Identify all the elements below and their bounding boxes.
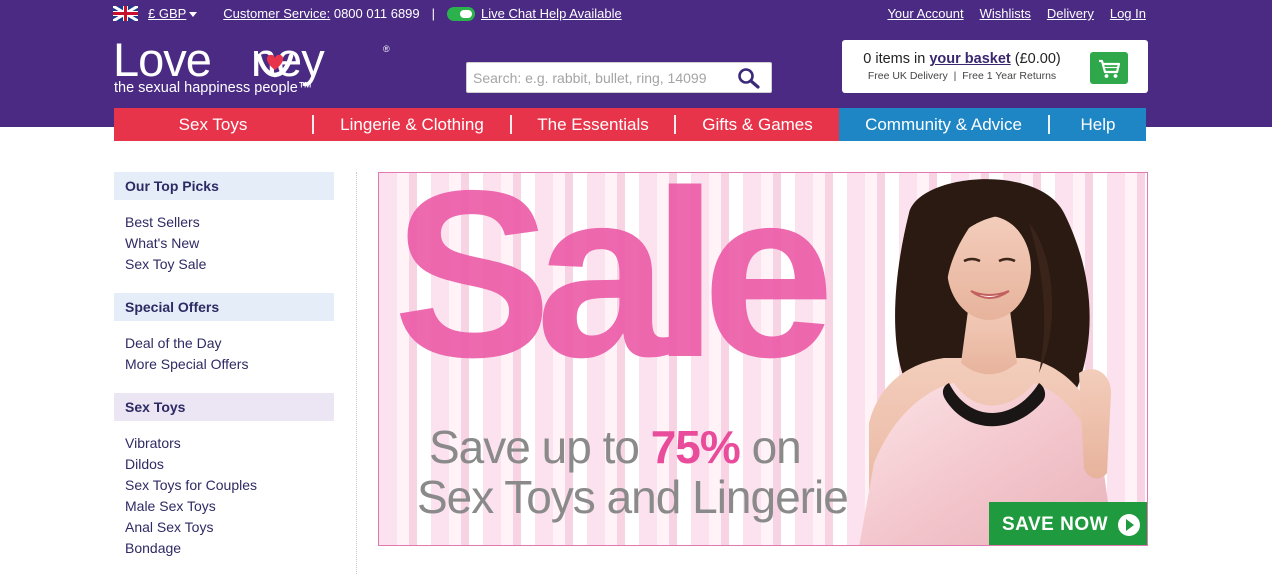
registered-mark: ® [383, 44, 390, 54]
basket-button[interactable] [1090, 52, 1128, 84]
basket-link[interactable]: your basket [929, 51, 1010, 67]
customer-service-link[interactable]: Customer Service: 0800 011 6899 [223, 6, 419, 21]
offer-text: Save up to [429, 421, 651, 473]
list-item: More Special Offers [125, 354, 334, 375]
banner-headline: Sale [393, 172, 835, 407]
logo-tagline: the sexual happiness people™ [114, 80, 313, 96]
sidebar-link-anal-sex-toys[interactable]: Anal Sex Toys [125, 519, 213, 535]
sidebar-heading: Our Top Picks [114, 172, 334, 200]
offer-text: on [739, 421, 802, 473]
list-item: Anal Sex Toys [125, 517, 334, 538]
sidebar-link-more-special-offers[interactable]: More Special Offers [125, 356, 248, 372]
divider: | [431, 6, 436, 21]
lovehoney-logo[interactable]: Love ney ® the sexual happiness people™ [113, 34, 403, 100]
basket-items-text: 0 items in [863, 51, 926, 67]
customer-service-phone: 0800 011 6899 [333, 6, 420, 21]
list-item: Sex Toy Sale [125, 254, 334, 275]
column-divider [356, 172, 357, 574]
banner-offer-subline: Sex Toys and Lingerie [417, 471, 849, 523]
sidebar-heading: Special Offers [114, 293, 334, 321]
search-input[interactable] [473, 67, 731, 89]
sidebar-group-sex-toys: Sex Toys Vibrators Dildos Sex Toys for C… [114, 393, 334, 559]
nav-item-the-essentials[interactable]: The Essentials [512, 115, 674, 135]
chevron-down-icon [189, 12, 198, 18]
free-returns-text: Free 1 Year Returns [962, 70, 1057, 82]
sidebar-link-vibrators[interactable]: Vibrators [125, 435, 181, 451]
shopping-cart-icon [1099, 59, 1121, 78]
sidebar-link-whats-new[interactable]: What's New [125, 235, 199, 251]
sidebar-link-male-sex-toys[interactable]: Male Sex Toys [125, 498, 216, 514]
search-box [466, 62, 772, 93]
sidebar-link-sex-toys-for-couples[interactable]: Sex Toys for Couples [125, 477, 257, 493]
sidebar-link-dildos[interactable]: Dildos [125, 456, 164, 472]
search-icon[interactable] [737, 67, 761, 89]
sidebar-heading: Sex Toys [114, 393, 334, 421]
list-item: Sex Toys for Couples [125, 475, 334, 496]
list-item: Vibrators [125, 433, 334, 454]
nav-divider [674, 115, 676, 134]
nav-item-community-advice[interactable]: Community & Advice [839, 115, 1048, 135]
divider: | [953, 70, 957, 82]
sidebar-link-sex-toy-sale[interactable]: Sex Toy Sale [125, 256, 206, 272]
sidebar-link-best-sellers[interactable]: Best Sellers [125, 214, 200, 230]
nav-divider [312, 115, 314, 134]
currency-label: £ GBP [148, 6, 187, 21]
wishlists-link[interactable]: Wishlists [980, 6, 1031, 21]
sidebar: Our Top Picks Best Sellers What's New Se… [114, 172, 334, 577]
list-item: Best Sellers [125, 212, 334, 233]
basket-perks: Free UK Delivery | Free 1 Year Returns [842, 70, 1082, 82]
live-chat-link[interactable]: Live Chat Help Available [481, 6, 622, 21]
list-item: Deal of the Day [125, 333, 334, 354]
live-chat-icon [447, 6, 476, 21]
offer-percent: 75% [650, 421, 741, 473]
sale-banner[interactable]: Sale Save up to 75% on Sex Toys and Ling… [378, 172, 1148, 546]
top-bar: £ GBP Customer Service: 0800 011 6899 | … [113, 6, 1146, 24]
currency-selector[interactable]: £ GBP [148, 6, 198, 21]
customer-service-label: Customer Service: [223, 6, 331, 21]
nav-divider [1048, 115, 1050, 134]
free-delivery-text: Free UK Delivery [867, 70, 948, 82]
nav-item-gifts-games[interactable]: Gifts & Games [676, 115, 839, 135]
main-nav: Sex Toys Lingerie & Clothing The Essenti… [114, 108, 1146, 141]
basket-status: 0 items in your basket (£0.00) [842, 51, 1082, 67]
list-item: Male Sex Toys [125, 496, 334, 517]
banner-offer-line: Save up to 75% on [429, 421, 802, 473]
sidebar-group-top-picks: Our Top Picks Best Sellers What's New Se… [114, 172, 334, 275]
nav-shop-section: Sex Toys Lingerie & Clothing The Essenti… [114, 108, 839, 141]
heart-icon [256, 53, 294, 78]
nav-divider [510, 115, 512, 134]
your-account-link[interactable]: Your Account [887, 6, 963, 21]
arrow-right-circle-icon [1118, 513, 1141, 536]
sidebar-link-deal-of-the-day[interactable]: Deal of the Day [125, 335, 222, 351]
list-item: Bondage [125, 538, 334, 559]
nav-help-section: Community & Advice Help [839, 108, 1146, 141]
model-photo [859, 179, 1114, 545]
sidebar-group-special-offers: Special Offers Deal of the Day More Spec… [114, 293, 334, 375]
nav-item-lingerie-clothing[interactable]: Lingerie & Clothing [314, 115, 510, 135]
log-in-link[interactable]: Log In [1110, 6, 1146, 21]
save-now-button[interactable]: SAVE NOW [989, 502, 1147, 545]
list-item: What's New [125, 233, 334, 254]
uk-flag-icon [113, 6, 138, 21]
basket-summary: 0 items in your basket (£0.00) Free UK D… [842, 40, 1148, 93]
nav-item-sex-toys[interactable]: Sex Toys [114, 115, 312, 135]
basket-total: (£0.00) [1014, 51, 1061, 67]
list-item: Dildos [125, 454, 334, 475]
delivery-link[interactable]: Delivery [1047, 6, 1094, 21]
save-now-label: SAVE NOW [1002, 513, 1109, 535]
nav-item-help[interactable]: Help [1050, 115, 1146, 135]
sidebar-link-bondage[interactable]: Bondage [125, 540, 181, 556]
